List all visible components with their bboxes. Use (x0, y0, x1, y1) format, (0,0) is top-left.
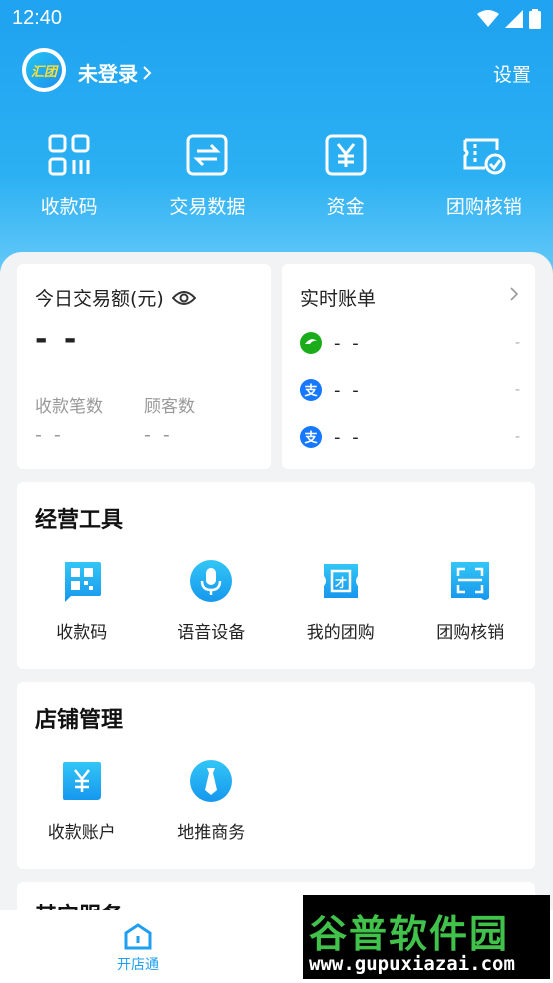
svg-text:才: 才 (335, 575, 347, 590)
quick-actions: 收款码 交易数据 资金 团购核销 (0, 132, 553, 219)
wifi-icon (477, 10, 499, 27)
bill-trail: - (514, 335, 520, 351)
battery-icon (529, 9, 541, 29)
quick-action-label: 资金 (326, 196, 365, 218)
bill-amount: - - (334, 332, 362, 354)
store-management-card: 店铺管理 收款账户 地推商务 (17, 682, 535, 869)
store-label: 收款账户 (47, 823, 116, 843)
bill-trail: - (514, 382, 520, 398)
login-link[interactable]: 未登录 (78, 58, 152, 87)
bill-title: 实时账单 (300, 288, 377, 310)
store-label: 地推商务 (177, 823, 246, 843)
bill-row-alipay: 支 - - - (300, 424, 520, 450)
tool-payment-code[interactable]: 收款码 (17, 558, 147, 643)
yuan-icon (325, 134, 367, 176)
qr-code-icon (64, 562, 101, 602)
home-icon (124, 923, 152, 950)
login-label: 未登录 (78, 62, 138, 86)
quick-action-label: 交易数据 (169, 196, 246, 218)
ticket-check-icon (463, 138, 506, 175)
scan-icon (451, 562, 490, 600)
today-value: - - (35, 322, 80, 357)
tool-my-group-buy[interactable]: 才 我的团购 (276, 558, 406, 643)
stat-value-customers: - - (144, 424, 173, 446)
store-grid: 收款账户 地推商务 (17, 758, 535, 843)
tool-group-verify[interactable]: 团购核销 (406, 558, 536, 643)
chevron-right-icon (143, 65, 152, 80)
quick-action-funds[interactable]: 资金 (277, 132, 415, 219)
svg-text:支: 支 (303, 430, 318, 446)
stat-label-customers: 顾客数 (144, 397, 195, 417)
store-field-promotion[interactable]: 地推商务 (147, 758, 277, 843)
avatar[interactable]: 汇团 (22, 48, 66, 92)
group-ticket-icon: 才 (323, 564, 358, 598)
alipay-icon: 支 (300, 426, 322, 448)
yuan-account-icon (62, 762, 101, 800)
chevron-right-icon (510, 287, 519, 301)
stat-label-count: 收款笔数 (35, 397, 103, 417)
tool-label: 团购核销 (436, 623, 505, 643)
svg-text:支: 支 (303, 383, 318, 399)
microphone-icon (190, 560, 233, 602)
realtime-bill-card[interactable]: 实时账单 - - - 支 - - - 支 - - - (282, 264, 535, 469)
quick-action-label: 收款码 (40, 196, 98, 218)
status-time: 12:40 (12, 7, 63, 29)
tool-label: 我的团购 (306, 623, 375, 643)
tab-open-store[interactable]: 开店通 (92, 922, 184, 974)
business-tools-card: 经营工具 收款码 语音设备 才 我的团购 团购核销 (17, 482, 535, 669)
signal-icon (505, 10, 523, 28)
stat-value-count: - - (35, 424, 64, 446)
app-logo: 汇团 (26, 52, 62, 88)
section-title: 经营工具 (35, 508, 124, 533)
bill-row-alipay: 支 - - - (300, 377, 520, 403)
eye-icon[interactable] (171, 289, 196, 307)
tie-icon (190, 760, 233, 802)
tools-grid: 收款码 语音设备 才 我的团购 团购核销 (17, 558, 535, 643)
site-watermark: 谷普软件园 www.gupuxiazai.com (303, 895, 550, 979)
watermark-url: www.gupuxiazai.com (309, 953, 515, 975)
status-icons (477, 9, 541, 29)
bill-row-wechat: - - - (300, 330, 520, 356)
settings-button[interactable]: 设置 (493, 60, 531, 87)
status-bar: 12:40 (0, 0, 553, 38)
watermark-title: 谷普软件园 (309, 912, 510, 956)
quick-action-trade-data[interactable]: 交易数据 (138, 132, 276, 219)
quick-action-group-verify[interactable]: 团购核销 (415, 132, 553, 219)
bill-amount: - - (334, 426, 362, 448)
section-title: 店铺管理 (35, 708, 124, 733)
alipay-icon: 支 (300, 379, 322, 401)
quick-action-payment-code[interactable]: 收款码 (0, 132, 138, 219)
top-bar: 汇团 未登录 设置 (0, 46, 553, 96)
qr-grid-icon (48, 134, 90, 176)
quick-action-label: 团购核销 (445, 196, 522, 218)
today-title: 今日交易额(元) (35, 284, 196, 311)
today-title-text: 今日交易额(元) (35, 288, 164, 310)
tool-label: 收款码 (56, 623, 108, 643)
bill-amount: - - (334, 379, 362, 401)
tool-voice-device[interactable]: 语音设备 (147, 558, 277, 643)
tab-label: 开店通 (117, 957, 159, 973)
today-turnover-card[interactable]: 今日交易额(元) - - 收款笔数 顾客数 - - - - (17, 264, 271, 469)
bill-trail: - (514, 429, 520, 445)
tool-label: 语音设备 (177, 623, 246, 643)
store-payment-account[interactable]: 收款账户 (17, 758, 147, 843)
exchange-icon (186, 134, 228, 176)
wechat-icon (300, 332, 322, 354)
